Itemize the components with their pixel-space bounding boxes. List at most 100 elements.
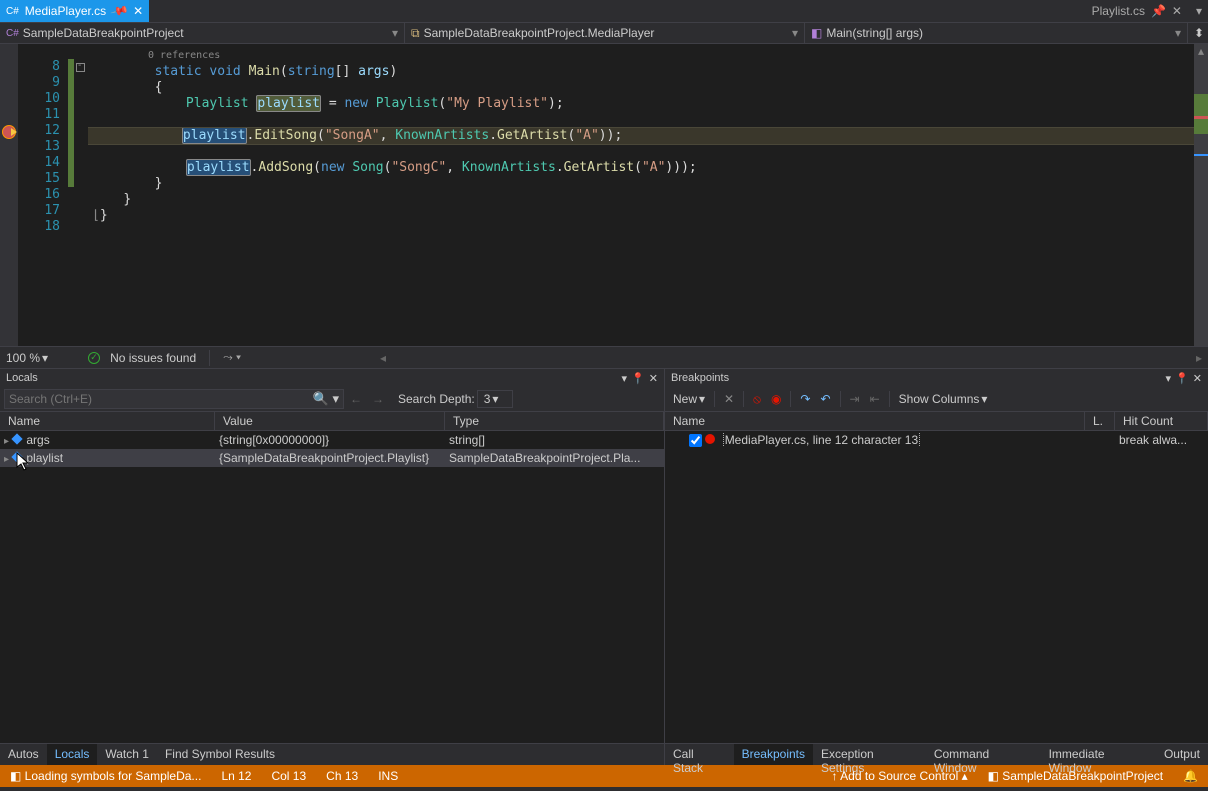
breakpoint-marker[interactable] <box>2 125 16 139</box>
breakpoints-header[interactable]: Breakpoints ▾ 📍 ✕ <box>665 369 1208 387</box>
locals-bottom-tabs: Autos Locals Watch 1 Find Symbol Results <box>0 743 664 765</box>
col-name[interactable]: Name <box>0 412 215 430</box>
scroll-right-icon[interactable]: ▸ <box>1196 351 1202 365</box>
tab-immediate-window[interactable]: Immediate Window <box>1041 744 1156 765</box>
chevron-down-icon[interactable]: ▾ <box>1196 4 1202 18</box>
locals-column-headers[interactable]: Name Value Type <box>0 411 664 431</box>
breakpoint-checkbox[interactable] <box>689 434 702 447</box>
tab-autos[interactable]: Autos <box>0 744 47 765</box>
col-name[interactable]: Name <box>665 412 1085 430</box>
nav-project-label: SampleDataBreakpointProject <box>23 26 184 40</box>
tab-label: MediaPlayer.cs <box>25 4 106 18</box>
chevron-down-icon[interactable]: ▾ <box>622 372 628 385</box>
fold-gutter[interactable] <box>74 44 88 346</box>
tab-label: Playlist.cs <box>1092 4 1145 18</box>
tab-find-symbol[interactable]: Find Symbol Results <box>157 744 283 765</box>
zoom-dropdown[interactable]: 100 % ▾ <box>6 351 48 365</box>
project-icon: C# <box>6 28 19 39</box>
goto-code-icon[interactable]: ⇥ <box>846 390 864 408</box>
close-icon[interactable]: ✕ <box>1172 4 1182 18</box>
local-row[interactable]: ▸ playlist {SampleDataBreakpointProject.… <box>0 449 664 467</box>
status-line[interactable]: Ln 12 <box>211 769 261 783</box>
chevron-down-icon: ▾ <box>392 26 398 40</box>
nav-forward-button[interactable]: → <box>368 390 388 408</box>
close-icon[interactable]: ✕ <box>649 372 658 385</box>
delete-icon[interactable]: ✕ <box>720 390 738 408</box>
search-icon[interactable]: 🔍 ▾ <box>313 391 339 407</box>
close-icon[interactable]: ✕ <box>133 4 143 18</box>
status-col[interactable]: Col 13 <box>261 769 316 783</box>
fold-toggle[interactable] <box>76 63 85 72</box>
status-ch[interactable]: Ch 13 <box>316 769 368 783</box>
nav-member-label: Main(string[] args) <box>826 26 923 40</box>
status-ins[interactable]: INS <box>368 769 408 783</box>
pin-icon[interactable]: 📌 <box>1151 4 1166 18</box>
local-row[interactable]: ▸ args {string[0x00000000]} string[] <box>0 431 664 449</box>
nav-project[interactable]: C# SampleDataBreakpointProject ▾ <box>0 23 405 43</box>
code-editor[interactable]: 89101112131415161718 0 references static… <box>0 44 1208 346</box>
import-icon[interactable]: ↶ <box>816 390 834 408</box>
pin-icon[interactable]: 📌 <box>110 1 130 21</box>
tab-exception-settings[interactable]: Exception Settings <box>813 744 926 765</box>
tab-locals[interactable]: Locals <box>47 744 98 765</box>
tab-breakpoints[interactable]: Breakpoints <box>734 744 813 765</box>
var-name: args <box>26 433 49 447</box>
pin-icon[interactable]: 📍 <box>631 372 645 385</box>
locals-toolbar: 🔍 ▾ ← → Search Depth: 3 ▾ <box>0 387 664 411</box>
export-icon[interactable]: ↷ <box>796 390 814 408</box>
tab-callstack[interactable]: Call Stack <box>665 744 734 765</box>
notifications-icon[interactable]: 🔔 <box>1173 769 1208 783</box>
expand-icon[interactable]: ▸ <box>4 436 9 447</box>
loading-indicator[interactable]: ◧ Loading symbols for SampleDa... <box>0 769 211 783</box>
col-labels[interactable]: L. <box>1085 412 1115 430</box>
tab-output[interactable]: Output <box>1156 744 1208 765</box>
toggle-all-icon[interactable]: ◉ <box>767 390 785 408</box>
col-hitcount[interactable]: Hit Count <box>1115 412 1208 430</box>
col-type[interactable]: Type <box>445 412 664 430</box>
tab-playlist[interactable]: Playlist.cs 📌 ✕ ▾ <box>1086 0 1208 22</box>
search-input[interactable]: 🔍 ▾ <box>4 389 344 409</box>
new-breakpoint-button[interactable]: New ▾ <box>669 390 709 408</box>
status-project[interactable]: ◧ SampleDataBreakpointProject <box>978 769 1173 783</box>
nav-member[interactable]: ◧ Main(string[] args) ▾ <box>805 23 1188 43</box>
breakpoints-panel: Breakpoints ▾ 📍 ✕ New ▾ ✕ ⦸ ◉ ↷ ↶ ⇥ ⇤ Sh… <box>665 368 1208 765</box>
locals-rows[interactable]: ▸ args {string[0x00000000]} string[] ▸ p… <box>0 431 664 743</box>
breakpoints-title: Breakpoints <box>671 372 729 384</box>
class-icon: ⧉ <box>411 26 420 41</box>
breakpoints-rows[interactable]: MediaPlayer.cs, line 12 character 13 bre… <box>665 431 1208 743</box>
codelens[interactable]: 0 references <box>88 48 1194 64</box>
check-icon: ✓ <box>88 352 100 364</box>
indicator-icon[interactable]: ⤳ ▾ <box>223 350 241 365</box>
locals-header[interactable]: Locals ▾ 📍 ✕ <box>0 369 664 387</box>
var-name: playlist <box>26 451 63 465</box>
var-value: {SampleDataBreakpointProject.Playlist} <box>215 451 445 465</box>
nav-back-button[interactable]: ← <box>346 390 366 408</box>
col-value[interactable]: Value <box>215 412 445 430</box>
expand-icon[interactable]: ▸ <box>4 454 9 465</box>
scroll-map[interactable]: ▴ <box>1194 44 1208 346</box>
goto-disasm-icon[interactable]: ⇤ <box>866 390 884 408</box>
search-field[interactable] <box>9 392 313 406</box>
tab-command-window[interactable]: Command Window <box>926 744 1041 765</box>
editor-status-bar: 100 % ▾ ✓ No issues found ⤳ ▾ ◂ ▸ <box>0 346 1208 368</box>
scroll-left-icon[interactable]: ◂ <box>380 351 386 365</box>
show-columns-dropdown[interactable]: Show Columns ▾ <box>895 390 992 408</box>
breakpoints-column-headers[interactable]: Name L. Hit Count <box>665 411 1208 431</box>
breakpoint-row[interactable]: MediaPlayer.cs, line 12 character 13 bre… <box>665 431 1208 449</box>
add-source-control[interactable]: ↑ Add to Source Control ▴ <box>822 769 978 783</box>
issues-label[interactable]: No issues found <box>110 351 196 365</box>
close-icon[interactable]: ✕ <box>1193 372 1202 385</box>
chevron-down-icon[interactable]: ▾ <box>1166 372 1172 385</box>
depth-dropdown[interactable]: 3 ▾ <box>477 390 514 408</box>
split-view-button[interactable]: ⬍ <box>1188 23 1208 43</box>
breakpoint-gutter[interactable] <box>0 44 18 346</box>
tab-mediaplayer[interactable]: C# MediaPlayer.cs 📌 ✕ <box>0 0 149 22</box>
delete-all-icon[interactable]: ⦸ <box>749 390 765 409</box>
pin-icon[interactable]: 📍 <box>1175 372 1189 385</box>
code-content[interactable]: 0 references static void Main(string[] a… <box>88 44 1194 346</box>
scroll-up-icon[interactable]: ▴ <box>1194 44 1208 58</box>
split-icon: ⬍ <box>1194 26 1204 40</box>
var-value: {string[0x00000000]} <box>215 433 445 447</box>
tab-watch1[interactable]: Watch 1 <box>97 744 157 765</box>
nav-class[interactable]: ⧉ SampleDataBreakpointProject.MediaPlaye… <box>405 23 805 43</box>
